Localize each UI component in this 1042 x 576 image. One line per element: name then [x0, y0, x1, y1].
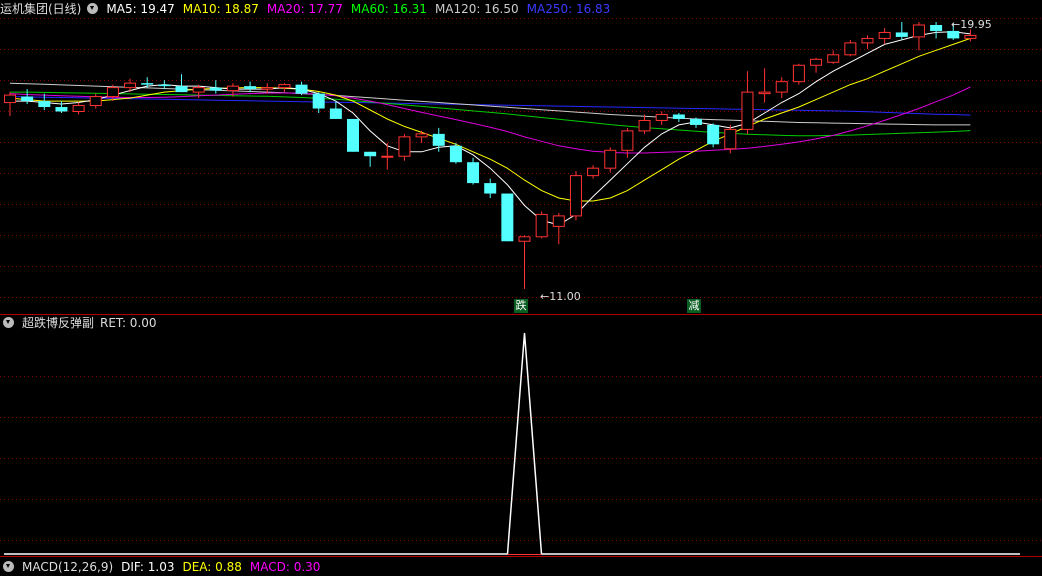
- candle-body: [930, 24, 943, 31]
- candle-body: [21, 96, 34, 102]
- signal-marker-die: 跌: [514, 299, 528, 313]
- candle-body: [55, 107, 68, 112]
- candle-body: [141, 83, 154, 85]
- candle-body: [690, 118, 702, 125]
- candle-body: [209, 87, 222, 91]
- candle-body: [878, 31, 891, 39]
- candle-body: [124, 82, 137, 89]
- candle-body: [158, 84, 171, 87]
- ret-value: RET: 0.00: [100, 316, 157, 330]
- candle-body: [844, 42, 857, 56]
- candle-body: [518, 236, 531, 242]
- candle-body: [449, 145, 462, 163]
- candle-body: [312, 93, 325, 109]
- candle-body: [381, 155, 394, 158]
- macd-header: MACD(12,26,9) DIF: 1.03 DEA: 0.88 MACD: 0.3…: [0, 558, 328, 576]
- candle-body: [415, 133, 428, 138]
- candle-body: [861, 37, 874, 44]
- candle-body: [89, 96, 102, 107]
- candle-body: [655, 113, 668, 121]
- candle-body: [741, 91, 754, 130]
- candle-body: [552, 215, 565, 227]
- candle-body: [106, 87, 119, 98]
- candle-body: [587, 167, 600, 177]
- candle-body: [535, 213, 548, 238]
- ma10-line: [9, 37, 971, 202]
- candle-body: [4, 94, 16, 104]
- indicator-header: 超跌博反弹副 RET: 0.00: [0, 314, 165, 332]
- signal-marker-jian: 减: [687, 299, 701, 313]
- candle-body: [501, 193, 514, 242]
- candle-body: [775, 81, 788, 93]
- candle-body: [672, 114, 685, 119]
- candle-body: [261, 87, 274, 90]
- candle-body: [38, 101, 51, 108]
- indicator-name: 超跌博反弹副: [22, 316, 95, 330]
- candle-body: [484, 183, 497, 194]
- candle-body: [347, 118, 359, 152]
- candle-body: [912, 24, 925, 38]
- candle-body: [175, 86, 188, 93]
- candle-body: [72, 105, 85, 112]
- ma20-line: [9, 86, 971, 154]
- macd-dif: DIF: 1.03: [121, 560, 175, 574]
- candle-body: [827, 54, 840, 63]
- candle-body: [467, 162, 480, 184]
- dropdown-arrow-icon[interactable]: [3, 561, 14, 572]
- candle-body: [758, 91, 771, 95]
- candle-body: [398, 136, 411, 157]
- macd-macd: MACD: 0.30: [249, 560, 321, 574]
- candle-body: [810, 58, 823, 66]
- ret-line: [4, 332, 1020, 555]
- candle-body: [226, 85, 239, 92]
- macd-name: MACD(12,26,9): [22, 560, 114, 574]
- candle-body: [569, 175, 582, 217]
- dropdown-arrow-icon[interactable]: [3, 317, 14, 328]
- high-price-label: ←19.95: [951, 18, 992, 31]
- macd-dea: DEA: 0.88: [182, 560, 242, 574]
- ma120-line: [9, 82, 971, 126]
- candle-body: [329, 108, 342, 119]
- candle-body: [432, 133, 445, 146]
- candle-body: [947, 30, 960, 39]
- candle-body: [724, 128, 737, 150]
- candle-body: [364, 151, 377, 157]
- candle-body: [192, 87, 205, 93]
- candle-body: [895, 32, 908, 37]
- candle-body: [638, 119, 651, 132]
- low-price-value: 11.00: [549, 290, 581, 303]
- low-price-label: ←11.00: [540, 290, 581, 303]
- candle-body: [295, 84, 308, 94]
- candle-body: [278, 84, 291, 89]
- candle-body: [792, 64, 805, 83]
- candle-body: [604, 149, 617, 169]
- candle-body: [964, 34, 977, 39]
- candle-body: [244, 86, 257, 90]
- kline-chart[interactable]: [0, 0, 1042, 566]
- candle-body: [707, 124, 720, 145]
- candle-body: [621, 130, 634, 151]
- high-price-value: 19.95: [960, 18, 992, 31]
